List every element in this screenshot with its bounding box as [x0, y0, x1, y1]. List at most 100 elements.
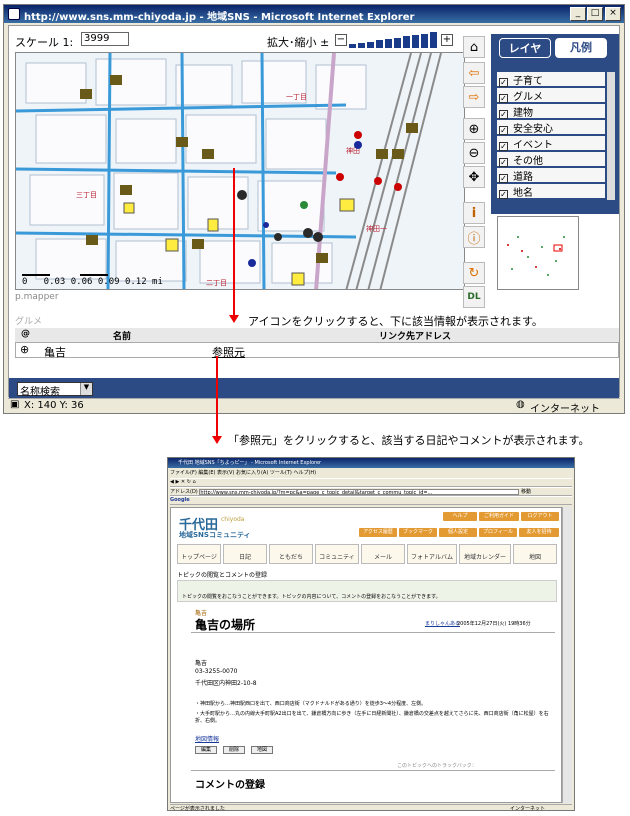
globe-icon: ◍ [516, 399, 525, 410]
guide-button[interactable]: ご利用ガイド [479, 512, 519, 521]
nav-calendar[interactable]: 地域カレンダー [459, 544, 511, 564]
nav-diary[interactable]: 日記 [223, 544, 267, 564]
tab-legend[interactable]: 凡例 [555, 38, 607, 58]
shop-tel: 03-3255-0070 [195, 668, 238, 675]
nav-photo-album[interactable]: フォトアルバム [407, 544, 457, 564]
checkbox-icon[interactable]: ✓ [499, 126, 508, 135]
status-right: インターネット [510, 806, 546, 812]
svg-text:三丁目: 三丁目 [76, 191, 97, 199]
info-icon[interactable]: i [463, 202, 485, 224]
forward-arrow-icon[interactable]: ⇨ [463, 86, 485, 108]
nav-mail[interactable]: メール [361, 544, 405, 564]
info-detail-icon[interactable]: ⓘ [463, 226, 485, 248]
svg-text:二丁目: 二丁目 [206, 279, 227, 287]
layer-item[interactable]: ✓ イベント [497, 136, 605, 151]
invite-link[interactable]: 友人を招待 [519, 528, 559, 537]
nav-top[interactable]: トップページ [177, 544, 221, 564]
checkbox-icon[interactable]: ✓ [499, 174, 508, 183]
topic-date: 2005年12月27日(火) 19時36分 [457, 621, 531, 627]
refresh-icon[interactable]: ↻ [187, 479, 191, 485]
topic-author[interactable]: まりしゃんある [425, 620, 460, 627]
web-page: 千代田 chiyoda 地域SNSコミュニティ ヘルプ ご利用ガイド ログアウト… [170, 507, 562, 803]
layer-item[interactable]: ✓ 地名 [497, 184, 605, 199]
close-button[interactable]: × [605, 7, 621, 21]
overview-map[interactable] [497, 216, 579, 290]
topic-title: 亀吉の場所 [195, 618, 256, 632]
annotation-2: 「参照元」をクリックすると、該当する日記やコメントが表示されます。 [228, 434, 590, 447]
window-title: http://www.sns.mm-chiyoda.jp - 地域SNS - M… [24, 12, 415, 23]
svg-text:一丁目: 一丁目 [286, 93, 307, 101]
zoom-out-button[interactable]: − [335, 34, 347, 46]
nav-community[interactable]: コミュニティ [315, 544, 359, 564]
map-button[interactable]: 地図 [251, 746, 273, 754]
trackback-label: このトピックへのトラックバック： [397, 763, 477, 769]
delete-button[interactable]: 削除 [223, 746, 245, 754]
layer-item[interactable]: ✓ 建物 [497, 104, 605, 119]
checkbox-icon[interactable]: ✓ [499, 78, 508, 87]
shop-name: 亀吉 [195, 660, 208, 667]
checkbox-icon[interactable]: ✓ [499, 94, 508, 103]
minimize-button[interactable]: _ [570, 7, 586, 21]
home-icon[interactable]: ⌂ [463, 36, 485, 58]
back-arrow-icon[interactable]: ⇦ [463, 62, 485, 84]
layer-item[interactable]: ✓ 安全安心 [497, 120, 605, 135]
zoom-in-icon[interactable]: ⊕ [463, 118, 485, 140]
layer-item[interactable]: ✓ グルメ [497, 88, 605, 103]
maximize-button[interactable]: □ [587, 7, 603, 21]
scale-label: スケール 1: [15, 36, 74, 49]
menu-bar: ファイル(F) 編集(E) 表示(V) お気に入り(A) ツール(T) ヘルプ(… [170, 469, 572, 477]
checkbox-icon[interactable]: ✓ [499, 110, 508, 119]
map-canvas[interactable]: 神田 神田一 三丁目 一丁目 二丁目 0 0.03 0.06 0.09 0.12… [15, 52, 465, 290]
checkbox-icon[interactable]: ✓ [499, 190, 508, 199]
zoom-in-button[interactable]: + [441, 34, 453, 46]
map-info-link[interactable]: 地図情報 [195, 734, 219, 743]
status-bar: ▣ X: 140 Y: 36 ◍ インターネット [8, 398, 620, 415]
annotation-1: アイコンをクリックすると、下に該当情報が表示されます。 [248, 315, 543, 328]
stop-icon[interactable]: ✕ [181, 479, 185, 485]
back-icon[interactable]: ◀ [170, 479, 174, 485]
help-button[interactable]: ヘルプ [443, 512, 477, 521]
checkbox-icon[interactable]: ✓ [499, 142, 508, 151]
zoom-scale-bar[interactable] [349, 32, 439, 48]
menu-item[interactable]: 表示(V) [217, 470, 234, 476]
page-heading: トピックの閲覧とコメントの登録 [177, 572, 268, 579]
forward-icon[interactable]: ▶ [175, 479, 179, 485]
menu-item[interactable]: お気に入り(A) [236, 470, 268, 476]
site-tagline: 地域SNSコミュニティ [179, 531, 251, 539]
search-mode-select[interactable]: 名称検索 ▼ [17, 382, 93, 398]
vertical-scrollbar[interactable] [562, 507, 572, 803]
tab-layer[interactable]: レイヤ [499, 38, 551, 58]
magnifier-icon[interactable]: ⊕ [20, 343, 29, 356]
title-bar: http://www.sns.mm-chiyoda.jp - 地域SNS - M… [4, 5, 624, 23]
menu-item[interactable]: ファイル(F) [170, 470, 197, 476]
layer-scrollbar[interactable] [607, 72, 615, 200]
address-input[interactable]: http://www.sns.mm-chiyoda.jp/?m=pc&a=pag… [199, 488, 520, 495]
menu-item[interactable]: ヘルプ(H) [293, 470, 316, 476]
nav-map[interactable]: 地図 [513, 544, 557, 564]
shop-address: 千代田区内神田2-10-8 [195, 680, 257, 687]
layer-item[interactable]: ✓ その他 [497, 152, 605, 167]
toolbar: ◀ ▶ ✕ ↻ ⌂ [170, 478, 572, 487]
status-zone: インターネット [530, 404, 600, 415]
layer-item[interactable]: ✓ 道路 [497, 168, 605, 183]
layer-item[interactable]: ✓ 子育て [497, 72, 605, 87]
street-map: 神田神田一三丁目一丁目二丁目 [16, 53, 464, 289]
access-history-link[interactable]: アクセス履歴 [359, 528, 397, 537]
zoom-out-icon[interactable]: ⊖ [463, 142, 485, 164]
nav-friends[interactable]: ともだち [269, 544, 313, 564]
checkbox-icon[interactable]: ✓ [499, 158, 508, 167]
logout-button[interactable]: ログアウト [521, 512, 559, 521]
pan-icon[interactable]: ✥ [463, 166, 485, 188]
menu-item[interactable]: 編集(E) [198, 470, 215, 476]
profile-link[interactable]: プロフィール [479, 528, 517, 537]
menu-item[interactable]: ツール(T) [270, 470, 292, 476]
bookmark-link[interactable]: ブックマーク [399, 528, 437, 537]
download-icon[interactable]: DL [463, 286, 485, 308]
edit-button[interactable]: 編集 [195, 746, 217, 754]
status-coords: X: 140 Y: 36 [24, 400, 84, 411]
scale-input[interactable]: 3999 [81, 32, 129, 46]
refresh-icon[interactable]: ↻ [463, 262, 485, 284]
go-button[interactable]: 移動 [521, 489, 531, 495]
home-icon[interactable]: ⌂ [193, 479, 196, 485]
settings-link[interactable]: 個人設定 [439, 528, 477, 537]
